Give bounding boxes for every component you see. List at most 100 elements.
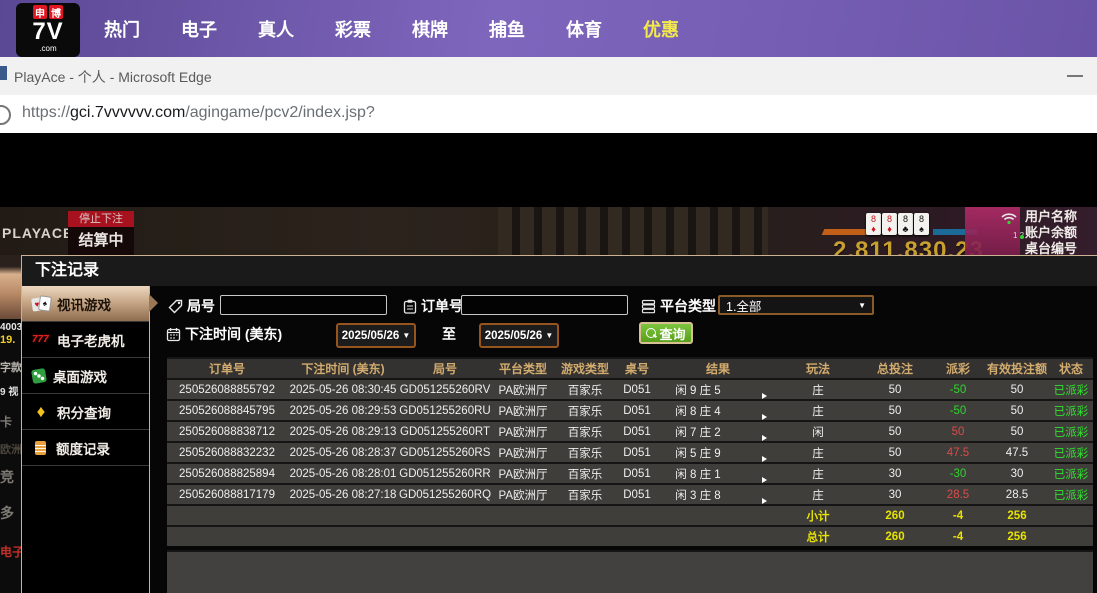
url-scheme: https:// bbox=[22, 104, 70, 121]
cell-order-no: 250526088825894 bbox=[167, 468, 287, 480]
column-header: 订单号 bbox=[167, 360, 287, 377]
column-header: 状态 bbox=[1049, 360, 1093, 377]
sidebar-item-label: 电子老虎机 bbox=[57, 330, 125, 350]
cell-result: 闲 3 庄 8 bbox=[659, 487, 737, 503]
nav-item-捕鱼[interactable]: 捕鱼 bbox=[488, 16, 526, 42]
nav-item-热门[interactable]: 热门 bbox=[103, 16, 141, 42]
slot-machines-image bbox=[498, 207, 768, 255]
nav-item-优惠[interactable]: 优惠 bbox=[642, 16, 680, 42]
total-row-bet: 260 bbox=[859, 531, 931, 543]
table-row: 2505260888387122025-05-26 08:29:13GD0512… bbox=[167, 420, 1093, 441]
cell-round-no: GD051255260RU bbox=[399, 405, 491, 417]
background-text-fragment: 竞 bbox=[0, 467, 14, 487]
panel-title: 下注记录 bbox=[22, 256, 1097, 286]
cell-play-type: 庄 bbox=[777, 445, 859, 461]
cell-payout: 28.5 bbox=[931, 489, 985, 501]
logo-text: 7V bbox=[32, 19, 63, 45]
sidebar-item-视讯游戏[interactable]: ♥♠视讯游戏 bbox=[22, 286, 149, 322]
url-text[interactable]: https://gci.7vvvvvv.com/agingame/pcv2/in… bbox=[22, 104, 375, 122]
cell-bet-time: 2025-05-26 08:28:01 bbox=[287, 468, 399, 480]
sidebar-item-label: 额度记录 bbox=[56, 438, 110, 458]
nav-item-真人[interactable]: 真人 bbox=[257, 16, 295, 42]
cell-order-no: 250526088845795 bbox=[167, 405, 287, 417]
cell-total-bet: 50 bbox=[859, 384, 931, 396]
cell-payout: 50 bbox=[931, 426, 985, 438]
background-text-fragment: 电子 bbox=[0, 543, 21, 560]
logo-badge-shen: 申 bbox=[33, 5, 47, 19]
playing-card: 8♦ bbox=[866, 213, 881, 235]
background-text-fragment: 欧洲 bbox=[0, 441, 21, 457]
site-logo[interactable]: 申 博 7V .com bbox=[16, 3, 80, 57]
cell-round-no: GD051255260RQ bbox=[399, 489, 491, 501]
account-label: 用户名称 bbox=[1025, 209, 1097, 225]
cell-play-type: 闲 bbox=[777, 424, 859, 440]
calendar-icon bbox=[166, 327, 181, 342]
date-from-select[interactable]: 2025/05/26 ▼ bbox=[336, 323, 416, 348]
cell-bet-time: 2025-05-26 08:27:18 bbox=[287, 489, 399, 501]
sidebar-item-额度记录[interactable]: 额度记录 bbox=[22, 430, 149, 466]
address-bar[interactable]: https://gci.7vvvvvv.com/agingame/pcv2/in… bbox=[0, 95, 1097, 136]
sidebar-item-积分查询[interactable]: ♦积分查询 bbox=[22, 394, 149, 430]
black-band bbox=[0, 133, 1097, 207]
account-label: 桌台编号 bbox=[1025, 241, 1097, 255]
table-header-row: 订单号下注时间 (美东)局号平台类型游戏类型桌号结果玩法总投注派彩有效投注额状态 bbox=[167, 357, 1093, 378]
cell-bet-time: 2025-05-26 08:30:45 bbox=[287, 384, 399, 396]
cell-result: 闲 8 庄 1 bbox=[659, 466, 737, 482]
dice-icon bbox=[31, 368, 47, 384]
table-row: 2505260888171792025-05-26 08:27:18GD0512… bbox=[167, 483, 1093, 504]
cell-table-no: D051 bbox=[615, 489, 659, 501]
bet-time-label: 下注时间 (美东) bbox=[166, 324, 282, 344]
platform-type-value: 1.全部 bbox=[726, 296, 761, 315]
settling-label: 结算中 bbox=[68, 227, 134, 255]
search-icon bbox=[646, 328, 656, 338]
cell-valid-bet: 47.5 bbox=[985, 447, 1049, 459]
cell-round-no: GD051255260RV bbox=[399, 384, 491, 396]
platform-type-select[interactable]: 1.全部 ▼ bbox=[718, 295, 874, 315]
playing-card: 8♦ bbox=[882, 213, 897, 235]
bet-records-table: 订单号下注时间 (美东)局号平台类型游戏类型桌号结果玩法总投注派彩有效投注额状态… bbox=[167, 357, 1093, 546]
nav-item-电子[interactable]: 电子 bbox=[180, 16, 218, 42]
window-icon bbox=[0, 66, 7, 80]
account-info-labels: 用户名称账户余额桌台编号 bbox=[1025, 209, 1097, 255]
casino-background-strip: PLAYACE 停止下注 结算中 8♦8♦8♣8♠ 2,811,830.23 1… bbox=[0, 207, 1097, 255]
table-row: 2505260888322322025-05-26 08:28:37GD0512… bbox=[167, 441, 1093, 462]
subtotal-row-payout: -4 bbox=[931, 510, 985, 522]
sidebar-item-电子老虎机[interactable]: 777电子老虎机 bbox=[22, 322, 149, 358]
playing-card: 8♠ bbox=[914, 213, 929, 235]
reload-icon[interactable] bbox=[0, 105, 11, 125]
round-no-input[interactable] bbox=[220, 295, 387, 315]
cell-table-no: D051 bbox=[615, 384, 659, 396]
subtotal-row-valid: 256 bbox=[985, 510, 1049, 522]
date-to-select[interactable]: 2025/05/26 ▼ bbox=[479, 323, 559, 348]
order-no-input[interactable] bbox=[461, 295, 628, 315]
cell-total-bet: 30 bbox=[859, 468, 931, 480]
nav-item-体育[interactable]: 体育 bbox=[565, 16, 603, 42]
cell-total-bet: 50 bbox=[859, 405, 931, 417]
cell-platform: PA欧洲厅 bbox=[491, 445, 555, 461]
minimize-button[interactable] bbox=[1067, 75, 1083, 77]
nav-item-棋牌[interactable]: 棋牌 bbox=[411, 16, 449, 42]
column-header: 有效投注额 bbox=[985, 360, 1049, 377]
search-button[interactable]: 查询 bbox=[639, 322, 693, 344]
total-row-payout: -4 bbox=[931, 531, 985, 543]
cell-payout: -50 bbox=[931, 405, 985, 417]
cell-status: 已派彩 bbox=[1049, 445, 1093, 461]
window-title: PlayAce - 个人 - Microsoft Edge bbox=[14, 67, 212, 87]
dealt-cards: 8♦8♦8♣8♠ bbox=[866, 213, 929, 235]
clipboard-icon bbox=[403, 299, 417, 314]
column-header: 下注时间 (美东) bbox=[287, 360, 399, 377]
status-dot bbox=[1020, 235, 1024, 239]
cell-total-bet: 30 bbox=[859, 489, 931, 501]
sidebar-item-桌面游戏[interactable]: 桌面游戏 bbox=[22, 358, 149, 394]
cell-platform: PA欧洲厅 bbox=[491, 424, 555, 440]
cell-status: 已派彩 bbox=[1049, 403, 1093, 419]
account-label: 账户余额 bbox=[1025, 225, 1097, 241]
cell-order-no: 250526088832232 bbox=[167, 447, 287, 459]
cell-round-no: GD051255260RS bbox=[399, 447, 491, 459]
platform-type-label: 平台类型 bbox=[641, 296, 716, 316]
nav-item-彩票[interactable]: 彩票 bbox=[334, 16, 372, 42]
cell-game-type: 百家乐 bbox=[555, 466, 615, 482]
stop-betting-banner: 停止下注 bbox=[68, 211, 134, 227]
cell-result: 闲 5 庄 9 bbox=[659, 445, 737, 461]
cell-platform: PA欧洲厅 bbox=[491, 487, 555, 503]
